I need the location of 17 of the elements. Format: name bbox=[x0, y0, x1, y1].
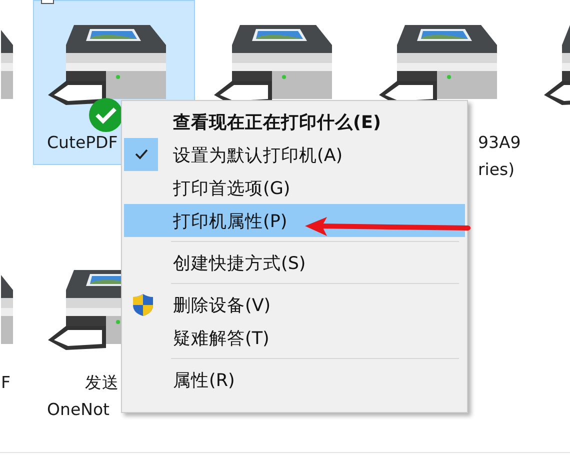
printer-name: F bbox=[1, 374, 10, 392]
menu-item[interactable]: 删除设备(V) bbox=[124, 288, 465, 321]
menu-item[interactable]: 打印首选项(G) bbox=[124, 171, 465, 204]
printer-name: 93A9 bbox=[478, 134, 521, 152]
printer-name: 发送 bbox=[85, 374, 119, 392]
menu-item[interactable]: 属性(R) bbox=[124, 363, 465, 396]
printer-name: OneNot bbox=[47, 401, 110, 419]
menu-item[interactable]: 设置为默认打印机(A) bbox=[124, 138, 465, 171]
printer-name: CutePDF bbox=[47, 134, 118, 152]
menu-item[interactable]: 查看现在正在打印什么(E) bbox=[124, 105, 465, 138]
menu-item[interactable]: 疑难解答(T) bbox=[124, 321, 465, 354]
default-check-icon bbox=[88, 97, 124, 133]
menu-item[interactable]: 打印机属性(P) bbox=[124, 204, 465, 237]
printer-name: ries) bbox=[478, 161, 515, 179]
shield-icon bbox=[132, 292, 154, 316]
check-icon bbox=[134, 149, 148, 160]
menu-item[interactable]: 创建快捷方式(S) bbox=[124, 246, 465, 279]
